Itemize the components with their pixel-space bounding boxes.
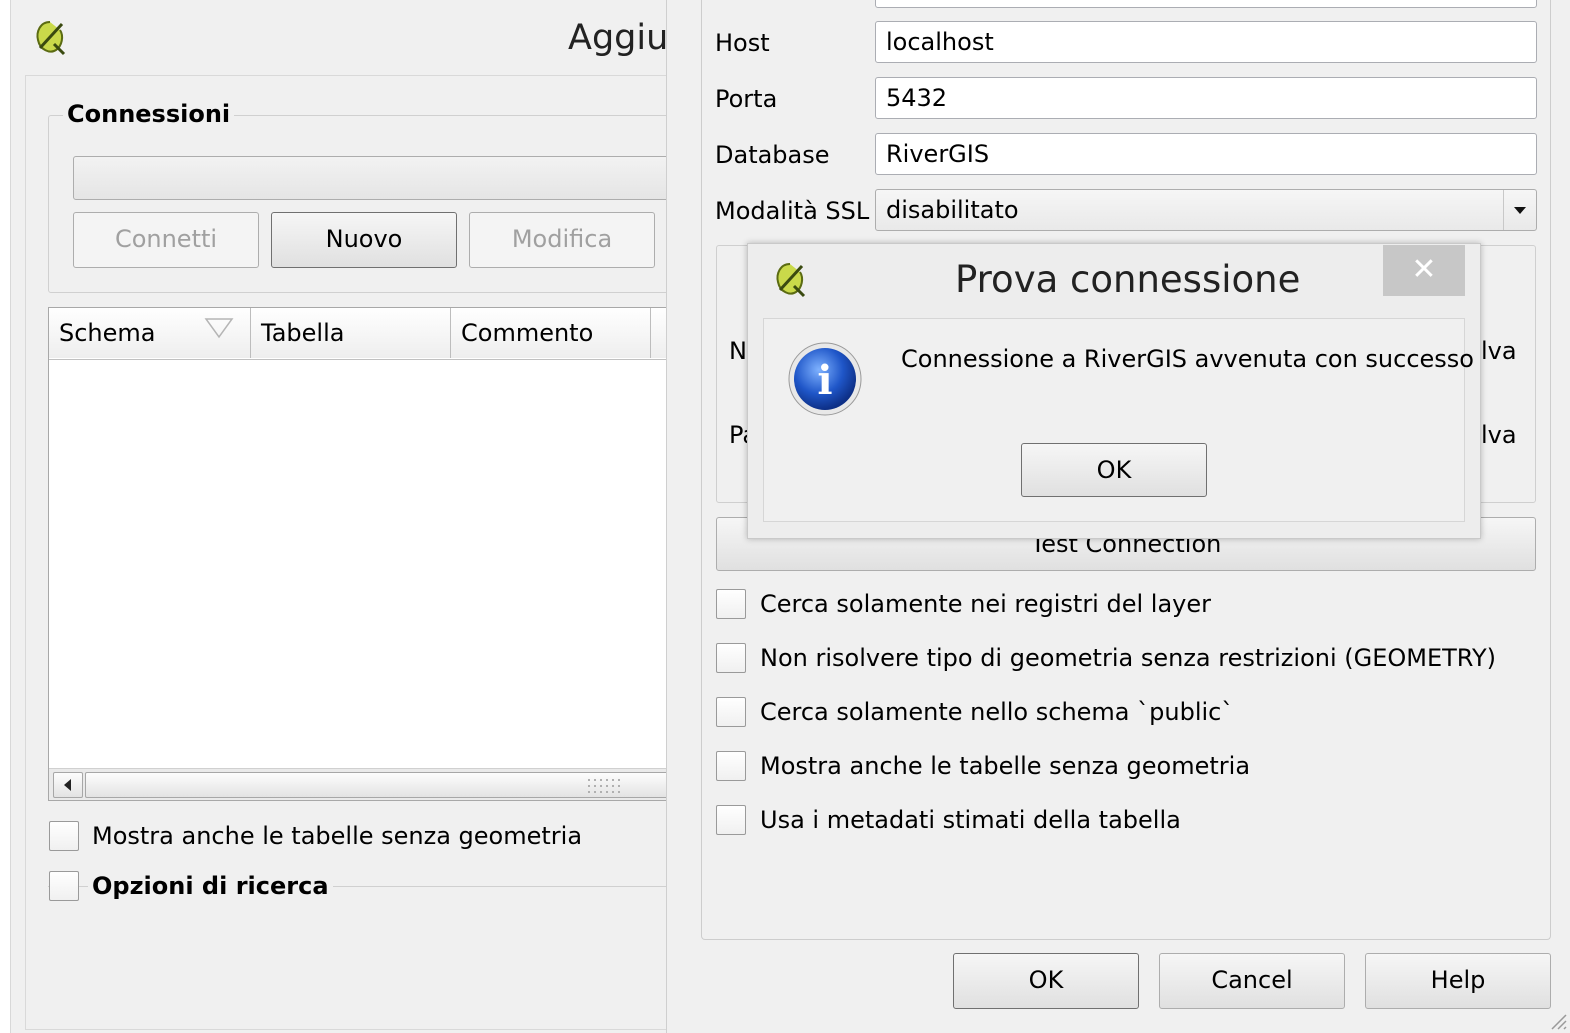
column-header-label: Schema: [59, 319, 156, 347]
dialog-title: Prova connessione: [955, 258, 1301, 301]
option-checkbox[interactable]: [716, 697, 746, 727]
save-username-fragment: lva: [1481, 337, 1517, 365]
ok-button[interactable]: OK: [953, 953, 1139, 1009]
sort-arrow-icon: [204, 318, 234, 339]
qgis-logo-icon: [36, 21, 66, 56]
ssl-mode-label: Modalità SSL: [715, 197, 870, 225]
option-checkbox[interactable]: [716, 751, 746, 781]
table-header: Schema Tabella Commento: [49, 308, 679, 360]
new-button[interactable]: Nuovo: [271, 212, 457, 268]
database-input[interactable]: RiverGIS: [875, 133, 1537, 175]
layers-table[interactable]: Schema Tabella Commento: [48, 307, 679, 801]
port-label: Porta: [715, 85, 778, 113]
host-label: Host: [715, 29, 770, 57]
column-header-label: Tabella: [261, 319, 345, 347]
show-no-geometry-checkbox[interactable]: [49, 821, 79, 851]
column-header-label: Commento: [461, 319, 594, 347]
dialog-ok-button[interactable]: OK: [1021, 443, 1207, 497]
info-icon: i: [788, 342, 862, 416]
grip-icon: [588, 779, 620, 793]
connection-select[interactable]: [73, 156, 678, 200]
close-button[interactable]: ✕: [1383, 245, 1465, 296]
username-label-fragment: N: [729, 337, 747, 365]
close-icon: ✕: [1411, 252, 1437, 287]
option-checkbox[interactable]: [716, 805, 746, 835]
ssl-mode-value: disabilitato: [886, 196, 1019, 224]
horizontal-scrollbar[interactable]: [49, 768, 679, 800]
option-checkbox[interactable]: [716, 589, 746, 619]
chevron-down-icon[interactable]: [1508, 200, 1532, 220]
info-glyph: i: [817, 357, 832, 404]
option-label: Mostra anche le tabelle senza geometria: [760, 752, 1251, 780]
search-options-checkbox[interactable]: [49, 871, 79, 901]
show-no-geometry-label: Mostra anche le tabelle senza geometria: [92, 822, 583, 850]
search-options-label: Opzioni di ricerca: [88, 872, 333, 900]
chevron-left-icon: [64, 779, 71, 791]
host-input[interactable]: localhost: [875, 21, 1537, 63]
window-title: Aggiu: [568, 18, 669, 58]
name-field[interactable]: [875, 0, 1537, 8]
ssl-mode-select[interactable]: disabilitato: [875, 189, 1537, 231]
qgis-logo-icon: [776, 263, 806, 298]
column-header-commento[interactable]: Commento: [451, 308, 651, 358]
help-button[interactable]: Help: [1365, 953, 1551, 1009]
connect-button[interactable]: Connetti: [73, 212, 259, 268]
save-password-fragment: lva: [1481, 421, 1517, 449]
option-label: Cerca solamente nei registri del layer: [760, 590, 1211, 618]
dialog-message: Connessione a RiverGIS avvenuta con succ…: [901, 345, 1474, 373]
cancel-button[interactable]: Cancel: [1159, 953, 1345, 1009]
scroll-left-button[interactable]: [53, 772, 83, 798]
database-label: Database: [715, 141, 830, 169]
column-header-tabella[interactable]: Tabella: [251, 308, 451, 358]
option-checkbox[interactable]: [716, 643, 746, 673]
port-input[interactable]: 5432: [875, 77, 1537, 119]
scroll-thumb[interactable]: [85, 772, 679, 798]
edit-button[interactable]: Modifica: [469, 212, 655, 268]
select-divider: [1503, 190, 1504, 230]
resize-grip-icon[interactable]: [1548, 1011, 1568, 1031]
option-label: Usa i metadati stimati della tabella: [760, 806, 1181, 834]
option-label: Non risolvere tipo di geometria senza re…: [760, 644, 1496, 672]
option-label: Cerca solamente nello schema `public`: [760, 698, 1234, 726]
connections-legend: Connessioni: [63, 100, 235, 128]
